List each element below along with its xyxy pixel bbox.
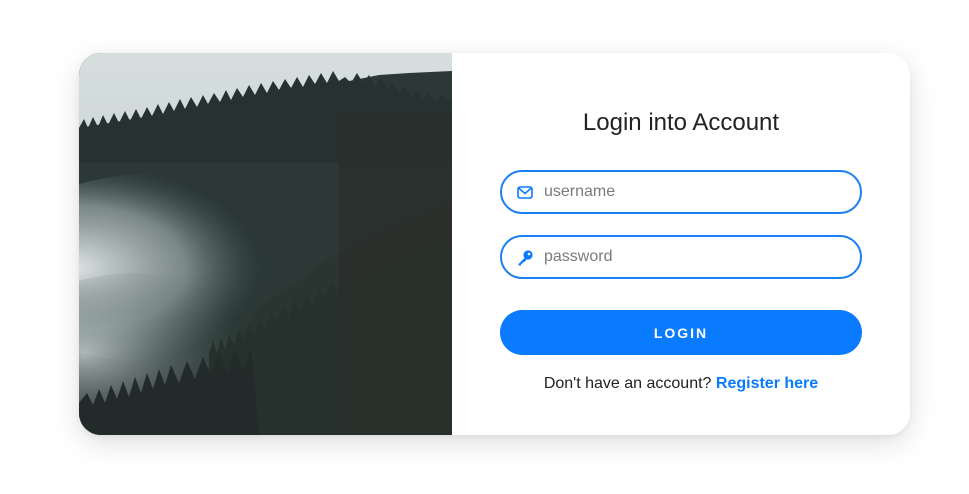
register-link[interactable]: Register here — [716, 375, 818, 392]
password-input[interactable] — [544, 248, 844, 266]
register-prompt-text: Don't have an account? — [543, 375, 712, 392]
login-button[interactable]: LOGIN — [500, 310, 862, 355]
envelope-icon — [516, 183, 534, 201]
username-input[interactable] — [544, 183, 844, 201]
misty-forest-image — [79, 53, 452, 435]
password-field[interactable] — [500, 235, 862, 279]
username-field[interactable] — [500, 170, 862, 214]
register-prompt: Don't have an account? Register here — [452, 375, 910, 393]
login-form-panel: Login into Account LOGIN Don — [452, 53, 910, 435]
form-title: Login into Account — [582, 109, 780, 136]
key-icon — [516, 248, 534, 266]
login-card: Login into Account LOGIN Don — [79, 53, 910, 435]
